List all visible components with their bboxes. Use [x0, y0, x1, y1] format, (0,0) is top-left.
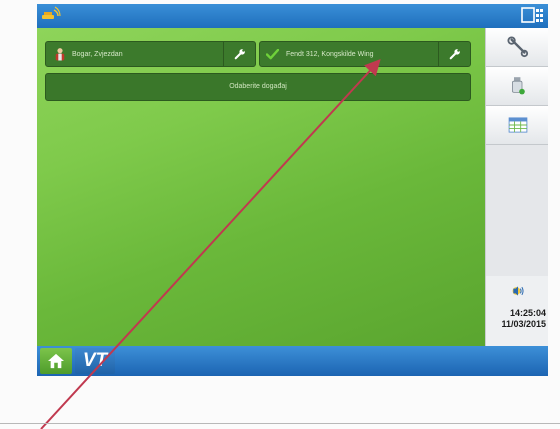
page-divider — [0, 423, 560, 424]
annotation-arrow — [40, 59, 381, 429]
